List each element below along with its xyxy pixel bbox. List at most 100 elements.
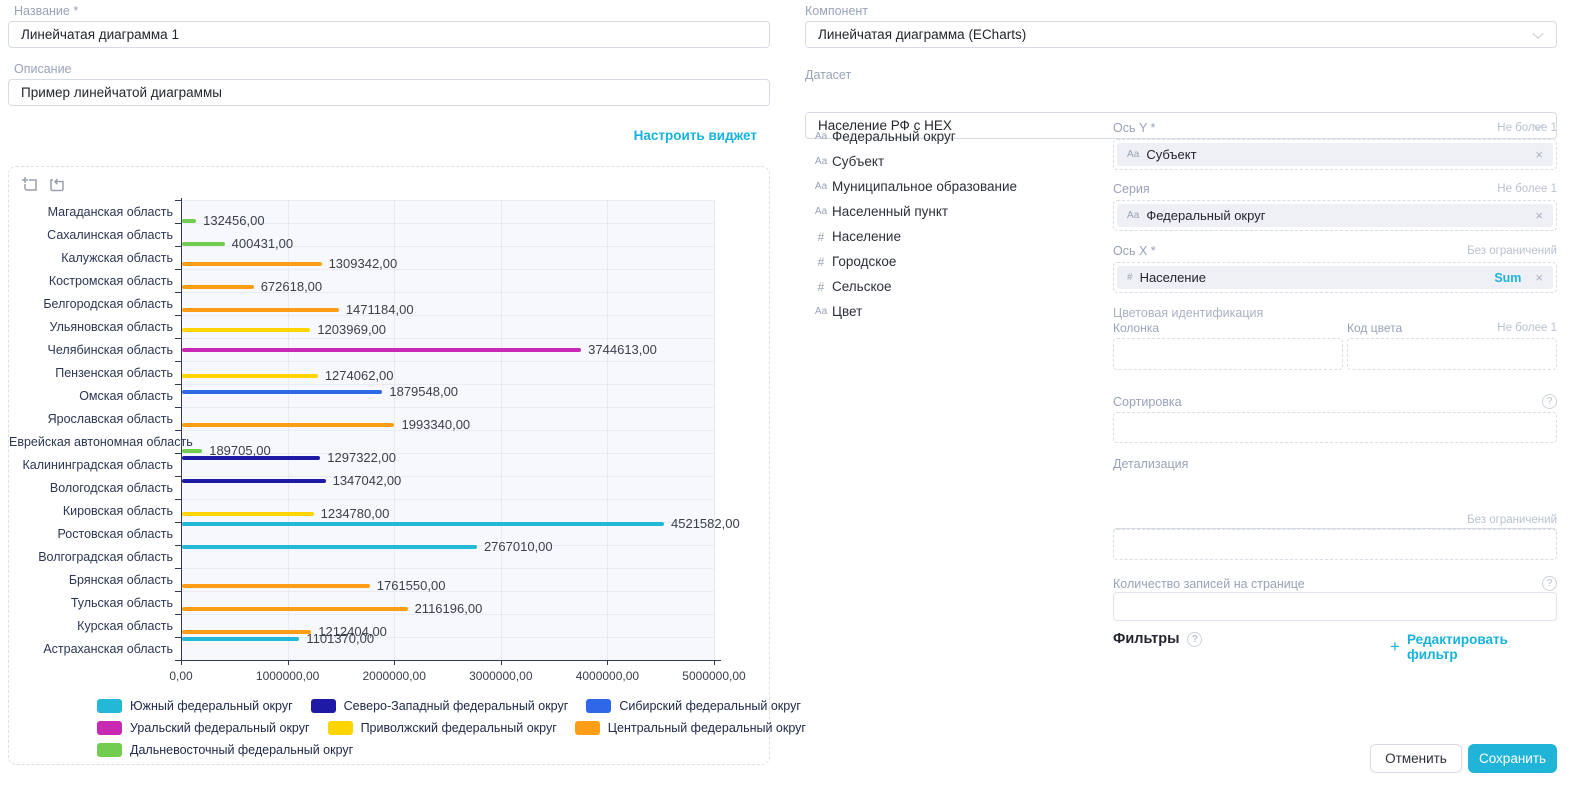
bar[interactable]	[182, 390, 382, 394]
dataset-fields-list: АаФедеральный округАаСубъектАаМуниципаль…	[810, 124, 1100, 324]
component-select[interactable]: Линейчатая диаграмма (ECharts)	[805, 21, 1557, 48]
y-axis-tick	[175, 384, 181, 385]
legend-item[interactable]: Центральный федеральный округ	[575, 721, 806, 735]
bar[interactable]	[182, 584, 370, 588]
legend-item[interactable]: Южный федеральный округ	[97, 699, 293, 713]
bar[interactable]	[182, 512, 314, 516]
field-type-text-icon: Аа	[810, 156, 832, 167]
dataset-field-item[interactable]: АаСубъект	[810, 149, 1100, 174]
y-axis-tick	[175, 591, 181, 592]
bar-value-label: 4521582,00	[671, 515, 740, 533]
color-column-dropzone[interactable]	[1113, 338, 1343, 370]
bar[interactable]	[182, 522, 664, 526]
help-icon[interactable]: ?	[1187, 632, 1202, 647]
help-icon[interactable]: ?	[1542, 576, 1557, 591]
bar-value-label: 672618,00	[261, 278, 322, 296]
axis-y-dropzone[interactable]: Аа Субъект ×	[1113, 139, 1557, 170]
bar[interactable]	[182, 348, 581, 352]
bar[interactable]	[182, 308, 339, 312]
dataset-field-item[interactable]: #Городское	[810, 249, 1100, 274]
configure-widget-link[interactable]: Настроить виджет	[8, 128, 757, 143]
x-axis-tick-label: 3000000,00	[453, 669, 549, 683]
page-size-input[interactable]	[1113, 592, 1557, 621]
legend-label: Северо-Западный федеральный округ	[344, 699, 569, 713]
bar-value-label: 1101370,00	[306, 630, 374, 648]
field-type-number-icon: #	[810, 280, 832, 294]
y-axis-tick	[175, 292, 181, 293]
dataset-field-item[interactable]: АаМуниципальное образование	[810, 174, 1100, 199]
cancel-button-label: Отменить	[1385, 751, 1447, 766]
limitless-dropzone[interactable]	[1113, 529, 1557, 560]
name-input[interactable]: Линейчатая диаграмма 1	[8, 21, 770, 48]
legend-item[interactable]: Приволжский федеральный округ	[328, 721, 557, 735]
legend-row: Дальневосточный федеральный округ	[97, 743, 806, 757]
legend-label: Сибирский федеральный округ	[619, 699, 801, 713]
cancel-button[interactable]: Отменить	[1370, 744, 1462, 773]
help-icon[interactable]: ?	[1542, 394, 1557, 409]
series-limit: Не более 1	[1113, 183, 1557, 195]
dataset-field-item[interactable]: АаНаселенный пункт	[810, 199, 1100, 224]
field-type-number-icon: #	[810, 230, 832, 244]
data-zoom-icon[interactable]	[21, 176, 39, 199]
bar[interactable]	[182, 285, 254, 289]
component-select-value: Линейчатая диаграмма (ECharts)	[818, 27, 1026, 42]
axis-y-chip-label: Субъект	[1146, 147, 1196, 162]
bar[interactable]	[182, 607, 408, 611]
remove-icon[interactable]: ×	[1535, 147, 1543, 162]
aggregation-sum-badge[interactable]: Sum	[1494, 271, 1521, 285]
bar[interactable]	[182, 545, 477, 549]
field-type-text-icon: Аа	[1127, 210, 1139, 221]
dataset-field-item[interactable]: #Сельское	[810, 274, 1100, 299]
legend-item[interactable]: Северо-Западный федеральный округ	[311, 699, 569, 713]
edit-filter-link[interactable]: + Редактировать фильтр	[1390, 632, 1557, 662]
remove-icon[interactable]: ×	[1535, 208, 1543, 223]
axis-x-chip[interactable]: # Население Sum ×	[1117, 266, 1553, 289]
gridline	[607, 200, 608, 660]
bar[interactable]	[182, 242, 225, 246]
restore-icon[interactable]	[48, 176, 66, 199]
bar-value-label: 1471184,00	[346, 301, 414, 319]
dataset-field-item[interactable]: #Население	[810, 224, 1100, 249]
field-type-text-icon: Аа	[810, 181, 832, 192]
field-type-number-icon: #	[810, 255, 832, 269]
y-axis-label: Костромская область	[9, 272, 173, 290]
bar[interactable]	[182, 479, 326, 483]
sorting-dropzone[interactable]	[1113, 412, 1557, 443]
plus-icon: +	[1390, 637, 1400, 657]
y-axis-label: Ульяновская область	[9, 318, 173, 336]
dataset-field-item[interactable]: АаЦвет	[810, 299, 1100, 324]
bar[interactable]	[182, 637, 299, 641]
save-button[interactable]: Сохранить	[1468, 744, 1557, 773]
dataset-field-item[interactable]: АаФедеральный округ	[810, 124, 1100, 149]
dataset-field-name: Федеральный округ	[832, 129, 956, 144]
color-identification-limit: Не более 1	[1113, 322, 1557, 334]
gridline	[181, 568, 714, 569]
bar[interactable]	[182, 262, 322, 266]
bar-value-label: 1761550,00	[377, 577, 446, 595]
bar-value-label: 132456,00	[203, 212, 264, 230]
bar[interactable]	[182, 630, 311, 634]
legend-item[interactable]: Уральский федеральный округ	[97, 721, 310, 735]
bar[interactable]	[182, 374, 318, 378]
axis-x-dropzone[interactable]: # Население Sum ×	[1113, 262, 1557, 293]
y-axis-label: Челябинская область	[9, 341, 173, 359]
series-dropzone[interactable]: Аа Федеральный округ ×	[1113, 200, 1557, 231]
gridline	[181, 338, 714, 339]
bar[interactable]	[182, 449, 202, 453]
bar[interactable]	[182, 219, 196, 223]
legend-item[interactable]: Дальневосточный федеральный округ	[97, 743, 353, 757]
remove-icon[interactable]: ×	[1535, 270, 1543, 285]
gridline	[181, 361, 714, 362]
axis-y-chip[interactable]: Аа Субъект ×	[1117, 143, 1553, 166]
field-type-text-icon: Аа	[1127, 149, 1139, 160]
color-code-dropzone[interactable]	[1347, 338, 1557, 370]
bar-value-label: 1297322,00	[327, 449, 396, 467]
bar[interactable]	[182, 456, 320, 460]
y-axis-label: Калужская область	[9, 249, 173, 267]
legend-item[interactable]: Сибирский федеральный округ	[586, 699, 801, 713]
bar[interactable]	[182, 328, 310, 332]
bar[interactable]	[182, 423, 394, 427]
bar-value-label: 1309342,00	[329, 255, 398, 273]
series-chip[interactable]: Аа Федеральный округ ×	[1117, 204, 1553, 227]
description-input[interactable]: Пример линейчатой диаграммы	[8, 79, 770, 106]
